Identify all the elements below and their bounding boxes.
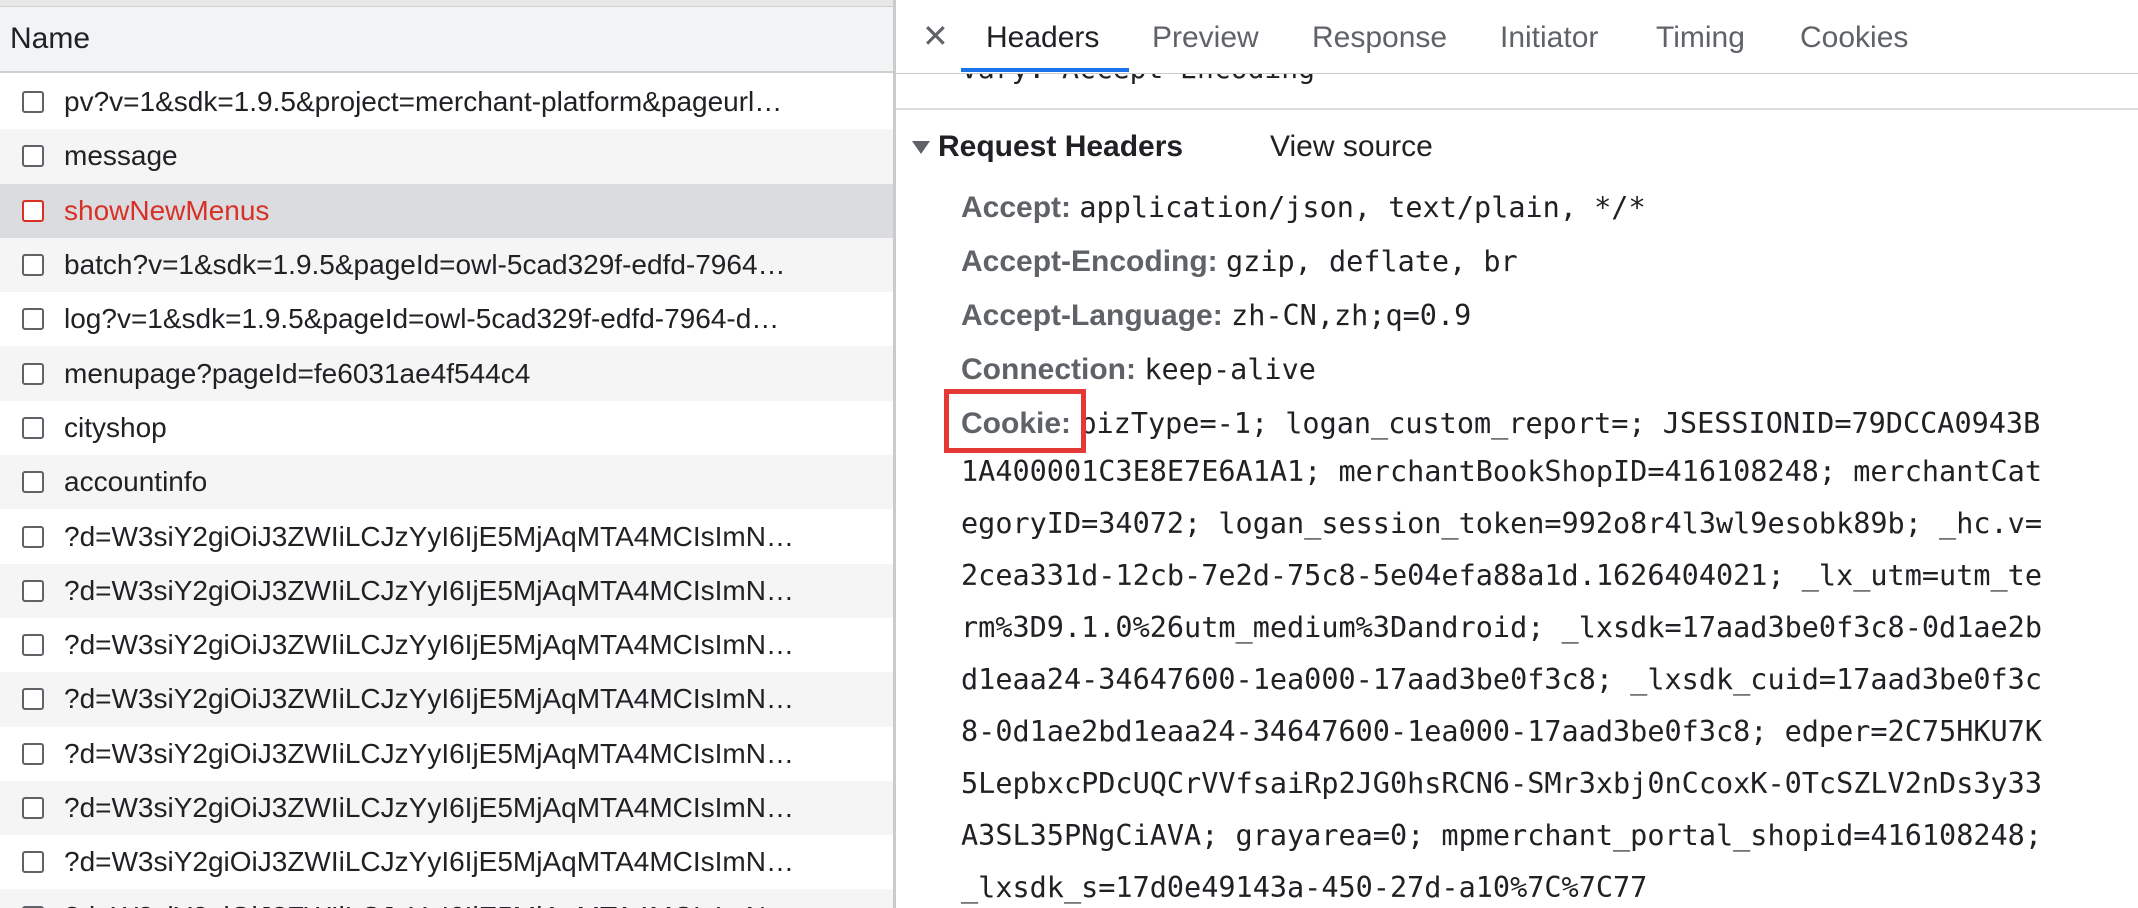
- request-headers-title: Request Headers: [938, 130, 1184, 163]
- close-icon[interactable]: ✕: [922, 18, 949, 54]
- header-value: zh-CN,zh;q=0.9: [1231, 299, 1472, 332]
- request-name: ?d=W3siY2giOiJ3ZWIiLCJzYyI6IjE5MjAqMTA4M…: [64, 737, 794, 769]
- request-name: pv?v=1&sdk=1.9.5&project=merchant-platfo…: [64, 86, 783, 118]
- header-key: Connection:: [961, 353, 1136, 386]
- name-column-header[interactable]: Name: [0, 7, 896, 73]
- header-key: Accept-Language:: [961, 299, 1223, 332]
- request-row[interactable]: ?d=W3siY2giOiJ3ZWIiLCJzYyI6IjE5MjAqMTA4M…: [0, 727, 896, 781]
- request-row[interactable]: message: [0, 129, 896, 184]
- request-row[interactable]: pv?v=1&sdk=1.9.5&project=merchant-platfo…: [0, 75, 896, 129]
- tab-timing[interactable]: Timing: [1656, 20, 1745, 56]
- header-key: Accept-Encoding:: [961, 245, 1218, 278]
- request-list: pv?v=1&sdk=1.9.5&project=merchant-platfo…: [0, 75, 896, 908]
- cookie-value-line: d1eaa24-34647600-1ea000-17aad3be0f3c8; _…: [961, 663, 2042, 696]
- header-row-cookie: Cookie: bizType=-1; logan_custom_report=…: [961, 406, 2040, 442]
- header-row-connection: Connection: keep-alive: [961, 352, 1316, 388]
- cookie-value-line: 5LepbxcPDcUQCrVVfsaiRp2JG0hsRCN6-SMr3xbj…: [961, 767, 2042, 800]
- name-column-label: Name: [10, 22, 91, 55]
- request-name: menupage?pageId=fe6031ae4f544c4: [64, 357, 531, 389]
- header-row-accept-language: Accept-Language: zh-CN,zh;q=0.9: [961, 298, 1471, 334]
- request-row[interactable]: ?d=W3siY2giOiJ3ZWIiLCJzYyI6IjE5MjAqMTA4M…: [0, 889, 896, 908]
- request-name: log?v=1&sdk=1.9.5&pageId=owl-5cad329f-ed…: [64, 303, 780, 335]
- request-name: message: [64, 140, 178, 172]
- request-headers-toggle[interactable]: Request Headers: [912, 130, 1183, 164]
- cookie-value-line: A3SL35PNgCiAVA; grayarea=0; mpmerchant_p…: [961, 819, 2042, 852]
- request-checkbox[interactable]: [22, 634, 44, 657]
- request-checkbox[interactable]: [22, 742, 44, 765]
- tab-initiator[interactable]: Initiator: [1500, 20, 1598, 56]
- cookie-highlight-box: [944, 389, 1086, 453]
- header-row-accept-encoding: Accept-Encoding: gzip, deflate, br: [961, 244, 1518, 280]
- view-source-link[interactable]: View source: [1270, 130, 1433, 164]
- detail-tab-bar: ✕ Headers Preview Response Initiator Tim…: [896, 0, 2138, 74]
- request-name: ?d=W3siY2giOiJ3ZWIiLCJzYyI6IjE5MjAqMTA4M…: [64, 629, 794, 661]
- request-checkbox[interactable]: [22, 851, 44, 874]
- header-value: keep-alive: [1144, 353, 1316, 386]
- tab-cookies[interactable]: Cookies: [1800, 20, 1908, 56]
- request-row[interactable]: batch?v=1&sdk=1.9.5&pageId=owl-5cad329f-…: [0, 237, 896, 293]
- request-row[interactable]: showNewMenus: [0, 183, 896, 238]
- top-strip: [0, 0, 896, 7]
- cookie-value-line: 8-0d1ae2bd1eaa24-34647600-1ea000-17aad3b…: [961, 715, 2042, 748]
- request-checkbox[interactable]: [22, 362, 44, 385]
- cookie-value-line: rm%3D9.1.0%26utm_medium%3Dandroid; _lxsd…: [961, 611, 2042, 644]
- request-name: ?d=W3siY2giOiJ3ZWIiLCJzYyI6IjE5MjAqMTA4M…: [64, 520, 794, 552]
- request-checkbox[interactable]: [22, 471, 44, 494]
- cookie-value-first-line: bizType=-1; logan_custom_report=; JSESSI…: [1079, 407, 2041, 440]
- request-row[interactable]: menupage?pageId=fe6031ae4f544c4: [0, 346, 896, 401]
- header-value: gzip, deflate, br: [1226, 245, 1518, 278]
- section-divider: [896, 108, 2138, 110]
- request-row[interactable]: ?d=W3siY2giOiJ3ZWIiLCJzYyI6IjE5MjAqMTA4M…: [0, 835, 896, 889]
- cookie-value-line: 1A400001C3E8E7E6A1A1; merchantBookShopID…: [961, 455, 2042, 488]
- request-row[interactable]: log?v=1&sdk=1.9.5&pageId=owl-5cad329f-ed…: [0, 292, 896, 346]
- request-checkbox[interactable]: [22, 308, 44, 331]
- request-name: accountinfo: [64, 466, 208, 498]
- request-name: ?d=W3siY2giOiJ3ZWIiLCJzYyI6IjE5MjAqMTA4M…: [64, 846, 794, 878]
- request-checkbox[interactable]: [22, 199, 44, 222]
- request-row[interactable]: cityshop: [0, 401, 896, 455]
- request-checkbox[interactable]: [22, 416, 44, 439]
- tab-preview[interactable]: Preview: [1152, 20, 1259, 56]
- request-row[interactable]: ?d=W3siY2giOiJ3ZWIiLCJzYyI6IjE5MjAqMTA4M…: [0, 672, 896, 727]
- request-name: batch?v=1&sdk=1.9.5&pageId=owl-5cad329f-…: [64, 249, 786, 281]
- tab-headers[interactable]: Headers: [986, 20, 1099, 56]
- request-row[interactable]: accountinfo: [0, 455, 896, 510]
- tab-response[interactable]: Response: [1312, 20, 1447, 56]
- cookie-value-line: _lxsdk_s=17d0e49143a-450-27d-a10%7C%7C77: [961, 871, 1648, 904]
- request-row[interactable]: ?d=W3siY2giOiJ3ZWIiLCJzYyI6IjE5MjAqMTA4M…: [0, 563, 896, 618]
- header-key: Accept:: [961, 191, 1072, 224]
- request-name: ?d=W3siY2giOiJ3ZWIiLCJzYyI6IjE5MjAqMTA4M…: [64, 901, 896, 908]
- request-checkbox[interactable]: [22, 797, 44, 819]
- active-tab-indicator: [961, 68, 1129, 72]
- request-row[interactable]: ?d=W3siY2giOiJ3ZWIiLCJzYyI6IjE5MjAqMTA4M…: [0, 509, 896, 563]
- request-name: ?d=W3siY2giOiJ3ZWIiLCJzYyI6IjE5MjAqMTA4M…: [64, 792, 794, 823]
- request-list-panel: Name pv?v=1&sdk=1.9.5&project=merchant-p…: [0, 0, 896, 908]
- request-checkbox[interactable]: [22, 254, 44, 277]
- request-detail-panel: Vary: Accept-Encoding ✕ Headers Preview …: [896, 0, 2138, 908]
- cookie-value-line: egoryID=34072; logan_session_token=992o8…: [961, 507, 2042, 540]
- request-checkbox[interactable]: [22, 525, 44, 548]
- cookie-value-line: 2cea331d-12cb-7e2d-75c8-5e04efa88a1d.162…: [961, 559, 2042, 592]
- header-row-accept: Accept: application/json, text/plain, */…: [961, 190, 1646, 226]
- request-checkbox[interactable]: [22, 91, 44, 114]
- request-checkbox[interactable]: [22, 688, 44, 711]
- request-name: ?d=W3siY2giOiJ3ZWIiLCJzYyI6IjE5MjAqMTA4M…: [64, 574, 794, 606]
- request-checkbox[interactable]: [22, 145, 44, 168]
- request-checkbox[interactable]: [22, 579, 44, 602]
- request-row[interactable]: ?d=W3siY2giOiJ3ZWIiLCJzYyI6IjE5MjAqMTA4M…: [0, 618, 896, 672]
- request-name: ?d=W3siY2giOiJ3ZWIiLCJzYyI6IjE5MjAqMTA4M…: [64, 683, 794, 715]
- header-value: application/json, text/plain, */*: [1079, 191, 1646, 224]
- request-name: showNewMenus: [64, 194, 270, 226]
- request-row[interactable]: ?d=W3siY2giOiJ3ZWIiLCJzYyI6IjE5MjAqMTA4M…: [0, 780, 896, 836]
- triangle-down-icon: [912, 140, 930, 154]
- request-name: cityshop: [64, 411, 167, 443]
